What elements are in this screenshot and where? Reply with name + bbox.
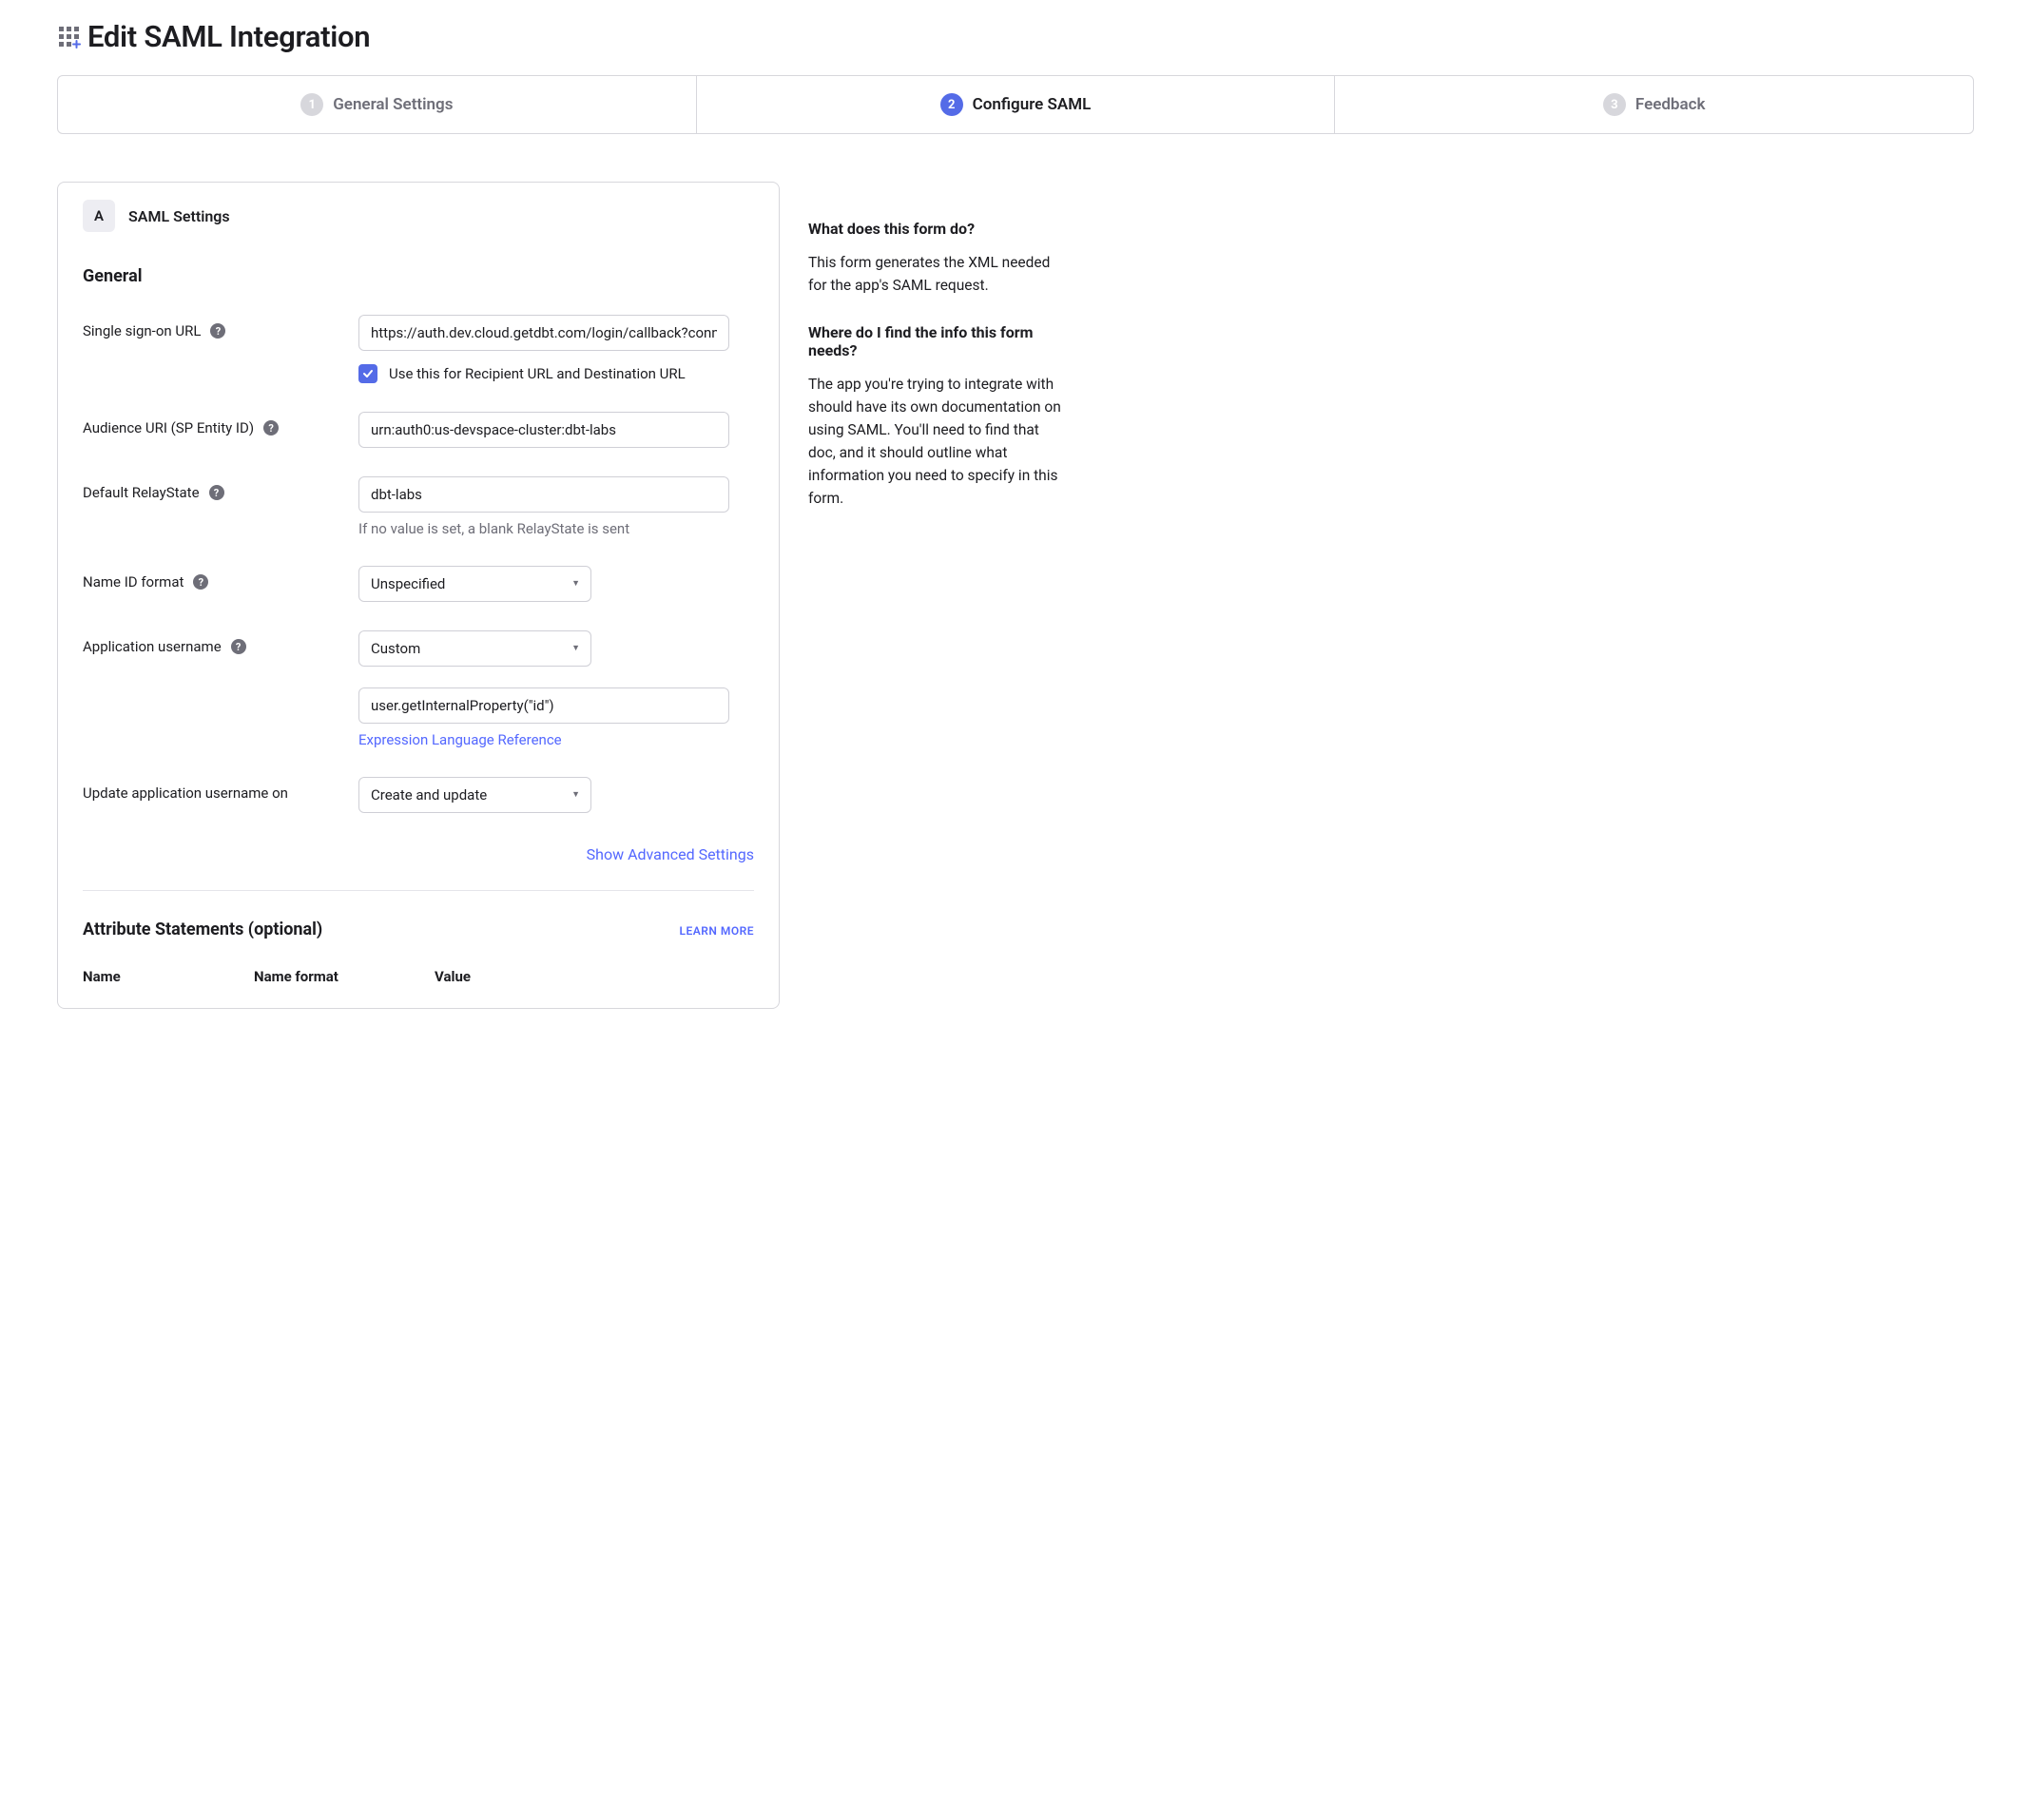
relaystate-hint: If no value is set, a blank RelayState i… — [358, 520, 754, 537]
help-icon[interactable]: ? — [263, 420, 279, 436]
relaystate-label: Default RelayState — [83, 484, 200, 501]
help-icon[interactable]: ? — [193, 574, 208, 590]
learn-more-link[interactable]: LEARN MORE — [679, 924, 754, 938]
app-username-label: Application username — [83, 638, 222, 655]
attr-col-format: Name format — [254, 968, 416, 985]
section-header: A SAML Settings — [83, 200, 754, 232]
sidebar-q1: What does this form do? — [808, 220, 1065, 238]
step-feedback[interactable]: 3 Feedback — [1335, 76, 1973, 133]
apps-grid-icon — [57, 25, 82, 49]
audience-uri-input[interactable] — [358, 412, 729, 448]
update-username-on-select[interactable] — [358, 777, 591, 813]
step-number: 2 — [940, 93, 963, 116]
show-advanced-settings-link[interactable]: Show Advanced Settings — [587, 845, 754, 863]
app-username-expression-input[interactable] — [358, 687, 729, 724]
attribute-statements-heading: Attribute Statements (optional) — [83, 920, 322, 939]
section-title: SAML Settings — [128, 207, 230, 225]
sso-url-label: Single sign-on URL — [83, 322, 201, 339]
page-title: Edit SAML Integration — [87, 19, 370, 54]
audience-uri-label: Audience URI (SP Entity ID) — [83, 419, 254, 436]
saml-settings-card: A SAML Settings General Single sign-on U… — [57, 182, 780, 1009]
help-sidebar: What does this form do? This form genera… — [808, 182, 1065, 536]
sidebar-a1: This form generates the XML needed for t… — [808, 251, 1065, 297]
help-icon[interactable]: ? — [231, 639, 246, 654]
attribute-columns-header: Name Name format Value — [83, 968, 754, 985]
app-username-select[interactable] — [358, 630, 591, 667]
recipient-url-checkbox[interactable] — [358, 364, 377, 383]
step-label: Feedback — [1635, 95, 1706, 114]
attr-col-value: Value — [435, 968, 754, 985]
step-number: 3 — [1603, 93, 1626, 116]
sso-url-input[interactable] — [358, 315, 729, 351]
sidebar-q2: Where do I find the info this form needs… — [808, 323, 1065, 359]
nameid-format-label: Name ID format — [83, 573, 184, 591]
attr-col-name: Name — [83, 968, 235, 985]
sidebar-a2: The app you're trying to integrate with … — [808, 373, 1065, 510]
step-label: General Settings — [333, 95, 453, 114]
help-icon[interactable]: ? — [210, 323, 225, 339]
update-username-on-label: Update application username on — [83, 784, 288, 802]
general-heading: General — [83, 266, 754, 286]
nameid-format-select[interactable] — [358, 566, 591, 602]
help-icon[interactable]: ? — [209, 485, 224, 500]
recipient-url-checkbox-label: Use this for Recipient URL and Destinati… — [389, 365, 686, 382]
section-marker: A — [83, 200, 115, 232]
step-configure-saml[interactable]: 2 Configure SAML — [697, 76, 1336, 133]
expression-language-link[interactable]: Expression Language Reference — [358, 731, 754, 748]
step-label: Configure SAML — [973, 95, 1092, 114]
step-number: 1 — [300, 93, 323, 116]
relaystate-input[interactable] — [358, 476, 729, 513]
page-title-row: Edit SAML Integration — [57, 19, 1974, 54]
step-general-settings[interactable]: 1 General Settings — [58, 76, 697, 133]
divider — [83, 890, 754, 891]
steps-bar: 1 General Settings 2 Configure SAML 3 Fe… — [57, 75, 1974, 134]
